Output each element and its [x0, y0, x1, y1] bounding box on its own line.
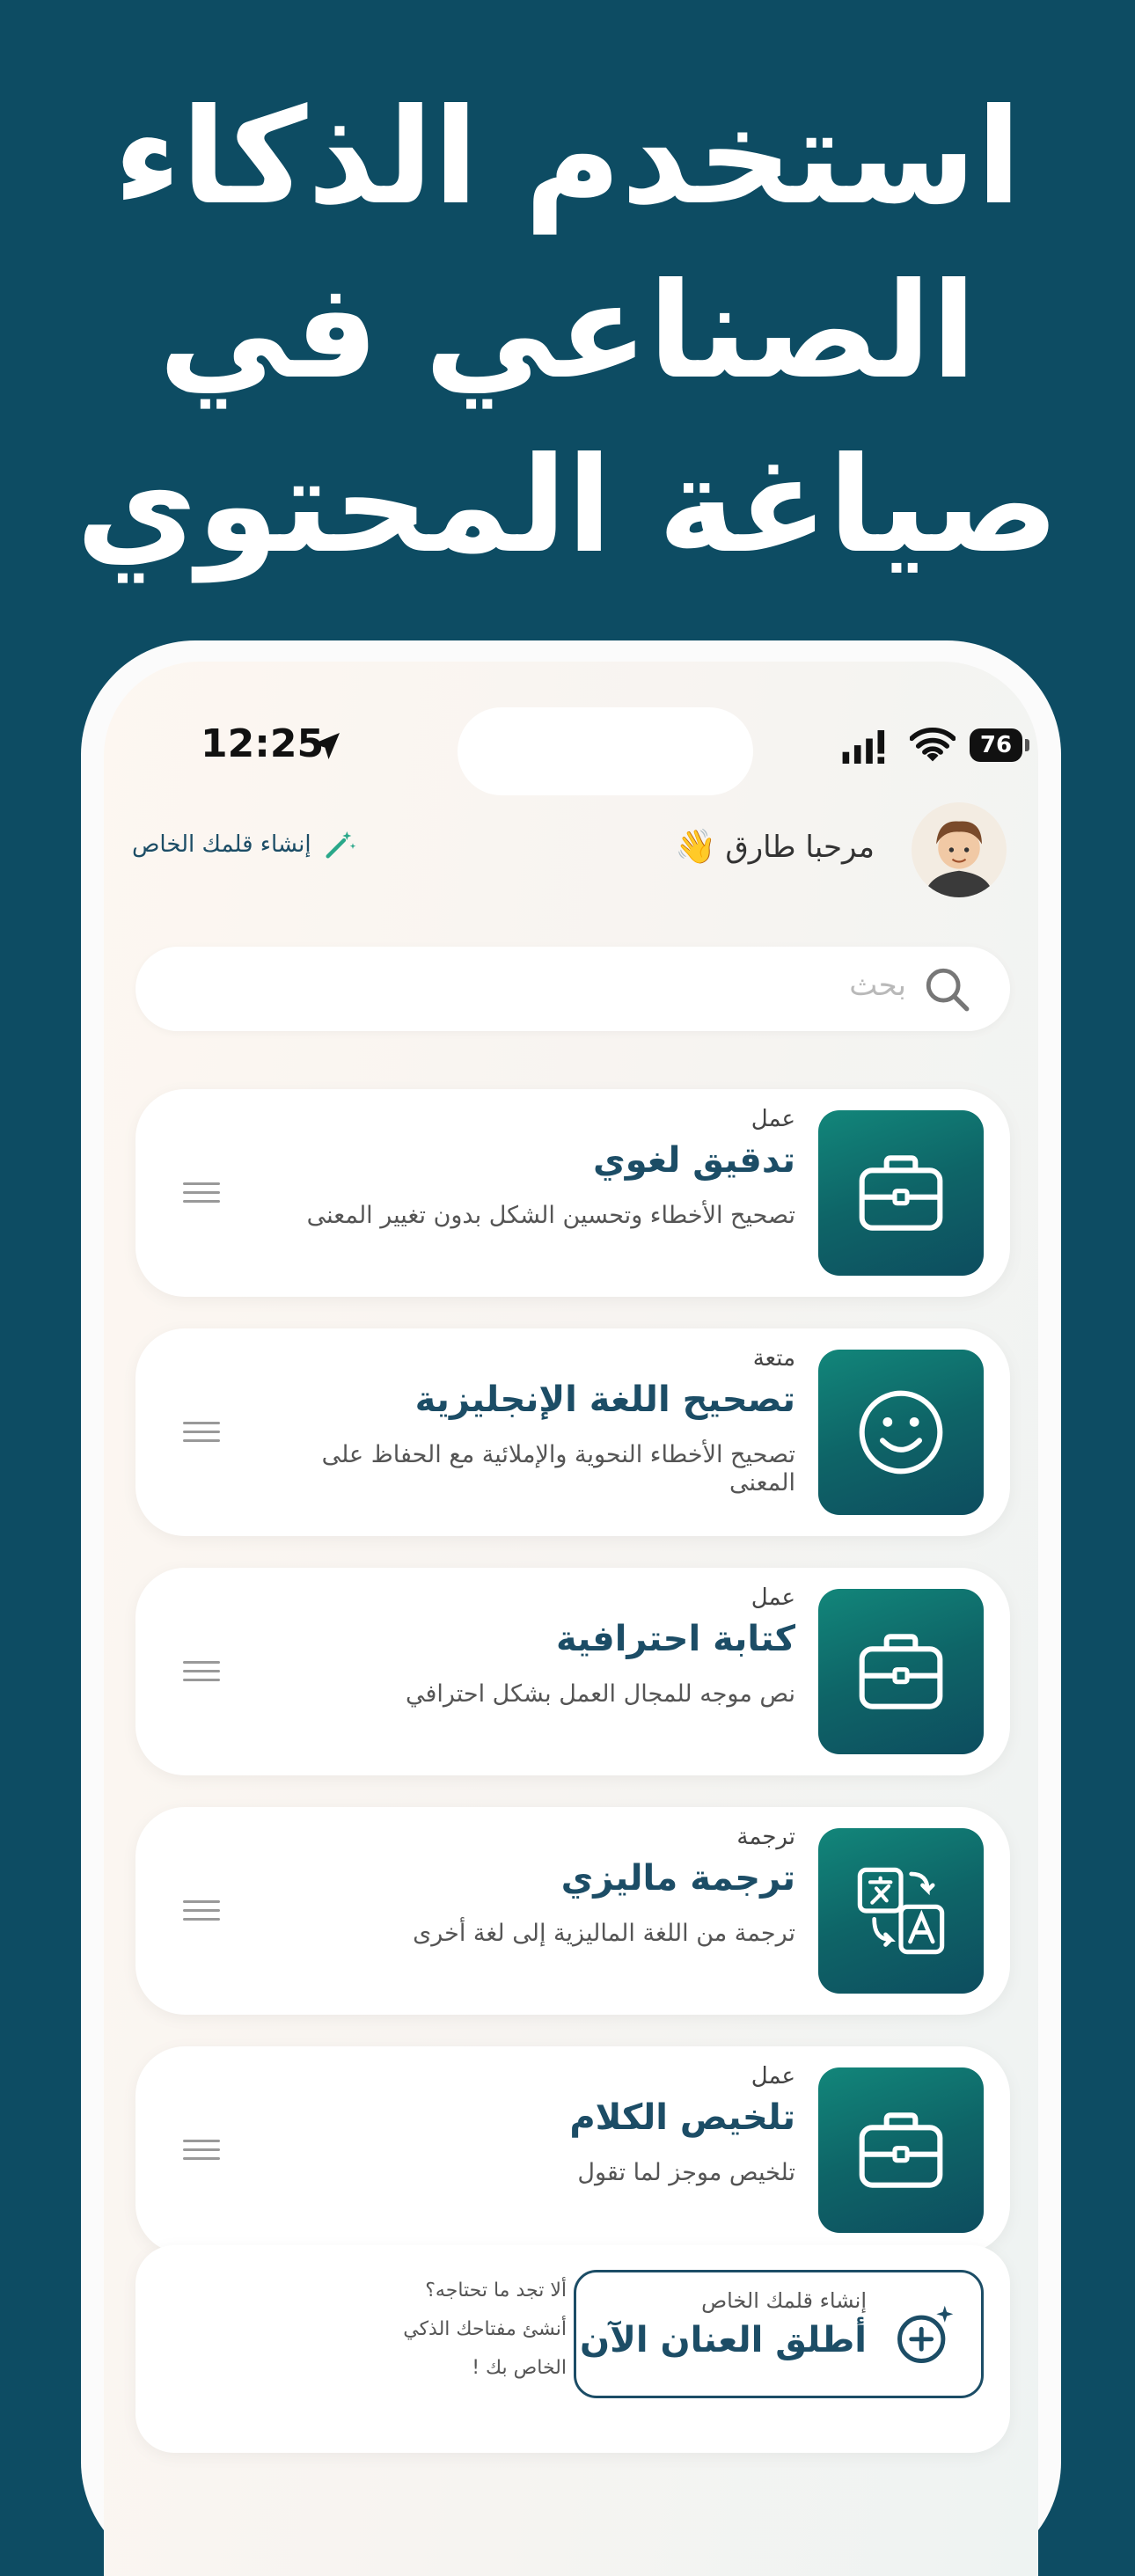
tool-card[interactable]: عمل تلخيص الكلام تلخيص موجز لما تقول: [135, 2046, 1010, 2254]
card-description: نص موجه للمجال العمل بشكل احترافي: [405, 1680, 795, 1708]
banner-note-line-1: ألا تجد ما تحتاجه؟: [425, 2280, 567, 2302]
banner-big-label: أطلق العنان الآن: [579, 2320, 867, 2360]
avatar-image: [912, 802, 1007, 897]
phone-frame: 12:25 76 مرحبا طارق 👋 إنشاء قلمك الخاص ب…: [81, 640, 1061, 2576]
search-bar[interactable]: بحث: [135, 947, 1010, 1031]
tool-card[interactable]: متعة تصحيح اللغة الإنجليزية تصحيح الأخطا…: [135, 1328, 1010, 1536]
drag-handle-icon[interactable]: [183, 2140, 220, 2163]
create-own-pen-link[interactable]: إنشاء قلمك الخاص: [132, 827, 357, 862]
tool-card[interactable]: عمل كتابة احترافية نص موجه للمجال العمل …: [135, 1568, 1010, 1775]
drag-handle-icon[interactable]: [183, 1182, 220, 1205]
card-category: عمل: [751, 1106, 795, 1132]
unleash-now-button[interactable]: إنشاء قلمك الخاص أطلق العنان الآن: [574, 2270, 984, 2398]
magic-wand-icon: [326, 831, 355, 859]
card-title: تلخيص الكلام: [569, 2097, 795, 2138]
card-description: تصحيح الأخطاء وتحسين الشكل بدون تغيير ال…: [306, 1202, 795, 1229]
headline-line-3: صياغة المحتوي: [76, 429, 1059, 582]
sparkle-plus-icon: [897, 2305, 954, 2363]
briefcase-icon: [859, 1634, 943, 1709]
banner-note-line-3: الخاص بك !: [472, 2357, 567, 2379]
card-description: تلخيص موجز لما تقول: [577, 2159, 795, 2186]
card-text: ترجمة ترجمة ماليزي ترجمة من اللغة المالي…: [303, 1821, 795, 1948]
status-time: 12:25: [201, 721, 325, 766]
card-category: متعة: [752, 1345, 795, 1372]
avatar[interactable]: [912, 802, 1007, 897]
battery-indicator: 76: [970, 728, 1029, 762]
tool-card[interactable]: عمل تدقيق لغوي تصحيح الأخطاء وتحسين الشك…: [135, 1089, 1010, 1297]
create-link-label: إنشاء قلمك الخاص: [132, 831, 311, 858]
wave-emoji: 👋: [675, 827, 717, 866]
headline-line-2: الصناعي في: [158, 255, 977, 408]
translate-icon: [857, 1867, 945, 1955]
phone-screen: 12:25 76 مرحبا طارق 👋 إنشاء قلمك الخاص ب…: [104, 662, 1038, 2576]
search-input[interactable]: بحث: [849, 968, 906, 1003]
banner-small-label: إنشاء قلمك الخاص: [701, 2288, 867, 2313]
card-icon-tile: [818, 2067, 984, 2233]
card-icon-tile: [818, 1589, 984, 1754]
drag-handle-icon[interactable]: [183, 1422, 220, 1445]
headline: استخدم الذكاء الصناعي في صياغة المحتوي: [0, 70, 1135, 593]
banner-note: ألا تجد ما تحتاجه؟ أنشئ مفتاحك الذكي الخ…: [355, 2272, 567, 2388]
location-arrow-icon: [313, 733, 340, 759]
status-bar: 12:25 76: [104, 662, 1038, 795]
card-title: تصحيح اللغة الإنجليزية: [414, 1379, 795, 1420]
card-text: عمل كتابة احترافية نص موجه للمجال العمل …: [303, 1582, 795, 1709]
headline-line-1: استخدم الذكاء: [114, 81, 1022, 234]
card-title: كتابة احترافية: [555, 1619, 795, 1659]
briefcase-icon: [859, 2112, 943, 2188]
dynamic-island: [458, 707, 753, 795]
drag-handle-icon[interactable]: [183, 1900, 220, 1923]
signal-icon: [842, 730, 885, 764]
greeting: مرحبا طارق 👋: [675, 827, 875, 867]
wifi-icon: [910, 728, 956, 762]
greeting-text: مرحبا طارق: [725, 829, 875, 865]
card-category: عمل: [751, 2063, 795, 2089]
tool-card[interactable]: ترجمة ترجمة ماليزي ترجمة من اللغة المالي…: [135, 1807, 1010, 2015]
card-icon-tile: [818, 1350, 984, 1515]
card-text: متعة تصحيح اللغة الإنجليزية تصحيح الأخطا…: [303, 1343, 795, 1497]
card-title: تدقيق لغوي: [593, 1140, 795, 1181]
card-description: تصحيح الأخطاء النحوية والإملائية مع الحف…: [321, 1441, 795, 1497]
smiley-icon: [859, 1390, 943, 1475]
create-pen-banner: إنشاء قلمك الخاص أطلق العنان الآن ألا تج…: [135, 2245, 1010, 2453]
card-category: ترجمة: [736, 1824, 795, 1850]
card-description: ترجمة من اللغة الماليزية إلى لغة أخرى: [413, 1920, 795, 1947]
briefcase-icon: [859, 1155, 943, 1231]
drag-handle-icon[interactable]: [183, 1661, 220, 1684]
search-icon: [926, 968, 970, 1012]
card-icon-tile: [818, 1110, 984, 1276]
banner-note-line-2: أنشئ مفتاحك الذكي: [403, 2318, 567, 2340]
card-icon-tile: [818, 1828, 984, 1994]
card-title: ترجمة ماليزي: [560, 1858, 795, 1899]
card-text: عمل تدقيق لغوي تصحيح الأخطاء وتحسين الشك…: [303, 1103, 795, 1230]
card-text: عمل تلخيص الكلام تلخيص موجز لما تقول: [303, 2060, 795, 2187]
card-category: عمل: [751, 1584, 795, 1611]
